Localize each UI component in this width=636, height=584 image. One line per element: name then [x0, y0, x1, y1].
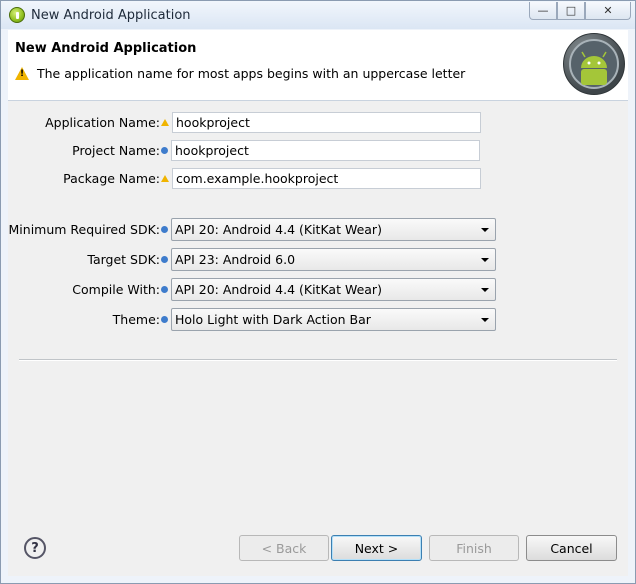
info-icon — [161, 256, 168, 263]
chevron-down-icon — [481, 257, 489, 262]
target-sdk-select[interactable]: API 23: Android 6.0 — [171, 248, 496, 271]
warning-icon — [161, 175, 169, 182]
separator — [19, 359, 617, 361]
wizard-header: New Android Application The application … — [8, 30, 628, 101]
dialog-window: New Android Application — □ ✕ New Androi… — [0, 0, 636, 584]
min-sdk-value: API 20: Android 4.4 (KitKat Wear) — [175, 222, 382, 237]
project-name-row: Project Name: — [8, 140, 480, 161]
package-name-row: Package Name: — [8, 168, 481, 189]
info-icon — [161, 316, 168, 323]
compile-with-value: API 20: Android 4.4 (KitKat Wear) — [175, 282, 382, 297]
chevron-down-icon — [481, 227, 489, 232]
min-sdk-select[interactable]: API 20: Android 4.4 (KitKat Wear) — [171, 218, 496, 241]
application-name-input[interactable] — [172, 112, 481, 133]
warning-icon — [161, 119, 169, 126]
android-adt-icon — [9, 7, 25, 23]
chevron-down-icon — [481, 317, 489, 322]
project-name-label: Project Name: — [72, 143, 160, 158]
application-name-row: Application Name: — [8, 112, 481, 133]
theme-select[interactable]: Holo Light with Dark Action Bar — [171, 308, 496, 331]
header-message-text: The application name for most apps begin… — [37, 66, 466, 81]
help-icon[interactable]: ? — [24, 537, 46, 559]
target-sdk-row: Target SDK: API 23: Android 6.0 — [8, 248, 496, 271]
target-sdk-label: Target SDK: — [87, 252, 160, 267]
cancel-button[interactable]: Cancel — [526, 535, 617, 561]
warning-icon — [15, 67, 29, 80]
info-icon — [161, 226, 168, 233]
target-sdk-value: API 23: Android 6.0 — [175, 252, 296, 267]
maximize-button[interactable]: □ — [557, 2, 585, 20]
package-name-label: Package Name: — [63, 171, 160, 186]
chevron-down-icon — [481, 287, 489, 292]
theme-label: Theme: — [112, 312, 160, 327]
form-area: Application Name: Project Name: Package … — [8, 101, 628, 526]
finish-button[interactable]: Finish — [429, 535, 519, 561]
back-button[interactable]: < Back — [239, 535, 329, 561]
page-title: New Android Application — [15, 41, 197, 56]
header-message: The application name for most apps begin… — [15, 66, 465, 81]
next-button[interactable]: Next > — [331, 535, 422, 561]
window-controls: — □ ✕ — [529, 2, 631, 20]
title-bar[interactable]: New Android Application — □ ✕ — [1, 1, 635, 29]
info-icon — [161, 147, 168, 154]
theme-row: Theme: Holo Light with Dark Action Bar — [8, 308, 496, 331]
info-icon — [161, 286, 168, 293]
android-logo-icon — [563, 33, 625, 95]
min-sdk-label: Minimum Required SDK: — [8, 222, 160, 237]
minimize-button[interactable]: — — [529, 2, 557, 20]
theme-value: Holo Light with Dark Action Bar — [175, 312, 371, 327]
project-name-input[interactable] — [171, 140, 480, 161]
close-button[interactable]: ✕ — [585, 2, 631, 20]
button-bar: ? < Back Next > Finish Cancel — [8, 526, 628, 576]
application-name-label: Application Name: — [45, 115, 160, 130]
compile-with-select[interactable]: API 20: Android 4.4 (KitKat Wear) — [171, 278, 496, 301]
min-sdk-row: Minimum Required SDK: API 20: Android 4.… — [8, 218, 496, 241]
compile-with-row: Compile With: API 20: Android 4.4 (KitKa… — [8, 278, 496, 301]
package-name-input[interactable] — [172, 168, 481, 189]
window-title: New Android Application — [31, 7, 191, 23]
compile-with-label: Compile With: — [72, 282, 160, 297]
